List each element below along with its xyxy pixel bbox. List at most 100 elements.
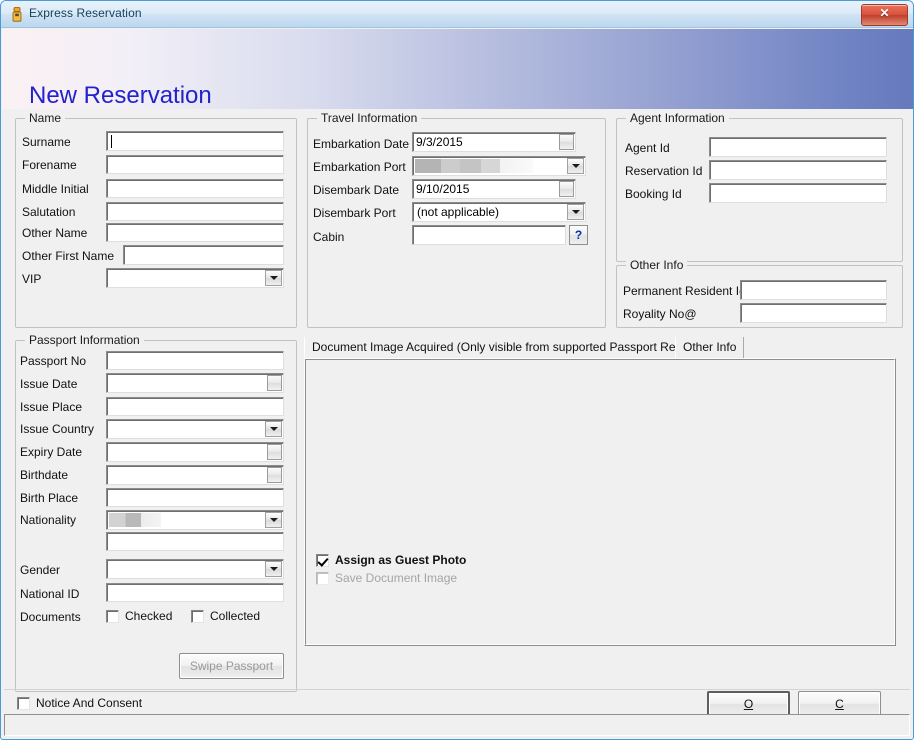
- nationality-secondary-input[interactable]: [106, 532, 284, 551]
- reservation-id-input[interactable]: [709, 160, 887, 180]
- agent-group-legend: Agent Information: [626, 111, 729, 125]
- permanent-resident-id-input[interactable]: [740, 280, 887, 300]
- documents-collected-label: Collected: [210, 609, 261, 623]
- issue-country-combo[interactable]: [106, 419, 284, 439]
- label-passport-no: Passport No: [20, 354, 87, 368]
- other-first-name-input[interactable]: [123, 245, 284, 265]
- other-info-group-legend: Other Info: [626, 258, 688, 272]
- royality-no-input[interactable]: [740, 303, 887, 323]
- issue-date-picker-button[interactable]: [267, 375, 282, 391]
- save-document-image-label: Save Document Image: [335, 571, 458, 585]
- status-bar: [4, 714, 910, 736]
- tab-document-image-acquired[interactable]: Document Image Acquired (Only visible fr…: [304, 337, 712, 358]
- chevron-down-icon[interactable]: [265, 512, 282, 528]
- label-embarkation-port: Embarkation Port: [313, 160, 406, 174]
- passport-group-legend: Passport Information: [25, 333, 144, 347]
- window-titlebar: Express Reservation ✕: [1, 1, 913, 28]
- label-issue-date: Issue Date: [20, 377, 78, 391]
- agent-id-input[interactable]: [709, 137, 887, 157]
- label-nationality: Nationality: [20, 513, 77, 527]
- chevron-down-icon[interactable]: [265, 270, 282, 286]
- swipe-passport-label: Swipe Passport: [189, 659, 274, 673]
- label-issue-place: Issue Place: [20, 400, 83, 414]
- express-reservation-window: Express Reservation ✕ New Reservation Na…: [0, 0, 914, 740]
- label-salutation: Salutation: [22, 205, 76, 219]
- ok-accelerator: O: [743, 697, 754, 711]
- cancel-accelerator: C: [835, 697, 844, 711]
- expiry-date-input[interactable]: [106, 442, 284, 462]
- tab-panel-surface: [305, 359, 895, 645]
- tab-other-info[interactable]: Other Info: [675, 337, 745, 358]
- footer-divider: [4, 689, 910, 690]
- tabstrip: Document Image Acquired (Only visible fr…: [304, 337, 896, 359]
- swipe-passport-button[interactable]: Swipe Passport: [179, 653, 284, 679]
- disembark-port-value: (not applicable): [417, 205, 500, 219]
- gender-combo[interactable]: [106, 559, 284, 579]
- middle-initial-input[interactable]: [106, 179, 284, 198]
- label-disembark-port: Disembark Port: [313, 206, 396, 220]
- label-birth-place: Birth Place: [20, 491, 79, 505]
- page-title: New Reservation: [29, 82, 212, 109]
- label-embarkation-date: Embarkation Date: [313, 137, 410, 151]
- chevron-down-icon[interactable]: [567, 158, 584, 174]
- label-reservation-id: Reservation Id: [625, 164, 703, 178]
- label-expiry-date: Expiry Date: [20, 445, 83, 459]
- redacted-value-mask: [109, 513, 161, 527]
- national-id-input[interactable]: [106, 583, 284, 602]
- birthdate-input[interactable]: [106, 465, 284, 485]
- tab-panel: [304, 358, 896, 646]
- label-other-first-name: Other First Name: [22, 249, 115, 263]
- label-national-id: National ID: [20, 587, 80, 601]
- header-banner: New Reservation: [2, 29, 913, 109]
- chevron-down-icon[interactable]: [265, 421, 282, 437]
- disembark-date-value: 9/10/2015: [416, 182, 470, 196]
- birth-place-input[interactable]: [106, 488, 284, 507]
- booking-id-input[interactable]: [709, 183, 887, 203]
- window-title: Express Reservation: [29, 6, 142, 20]
- nationality-combo[interactable]: [106, 510, 284, 530]
- close-icon: ✕: [879, 6, 890, 20]
- checkbox-box: [106, 610, 119, 623]
- tab-other-info-label: Other Info: [683, 340, 737, 354]
- issue-date-input[interactable]: [106, 373, 284, 393]
- vip-combo[interactable]: [106, 268, 284, 288]
- birthdate-picker-button[interactable]: [267, 467, 282, 483]
- cabin-input[interactable]: [412, 225, 566, 245]
- cabin-help-button[interactable]: ?: [569, 225, 588, 245]
- documents-checked-label: Checked: [125, 609, 173, 623]
- embarkation-date-input[interactable]: 9/3/2015: [412, 132, 576, 152]
- disembark-date-picker-button[interactable]: [559, 181, 574, 197]
- checkbox-box: [191, 610, 204, 623]
- checkbox-box: [316, 554, 329, 567]
- chevron-down-icon[interactable]: [265, 561, 282, 577]
- salutation-input[interactable]: [106, 202, 284, 221]
- chevron-down-icon[interactable]: [567, 204, 584, 220]
- disembark-port-combo[interactable]: (not applicable): [412, 202, 586, 222]
- expiry-date-picker-button[interactable]: [267, 444, 282, 460]
- label-vip: VIP: [22, 272, 42, 286]
- disembark-date-input[interactable]: 9/10/2015: [412, 179, 576, 199]
- redacted-value-mask: [415, 159, 533, 173]
- passport-no-input[interactable]: [106, 351, 284, 370]
- label-issue-country: Issue Country: [20, 422, 95, 436]
- label-permanent-resident-id: Permanent Resident Id: [623, 284, 746, 298]
- forename-input[interactable]: [106, 155, 284, 174]
- label-cabin: Cabin: [313, 230, 345, 244]
- embarkation-port-combo[interactable]: [412, 156, 586, 176]
- notice-and-consent-label: Notice And Consent: [36, 696, 143, 710]
- embarkation-date-picker-button[interactable]: [559, 134, 574, 150]
- label-agent-id: Agent Id: [625, 141, 670, 155]
- label-other-name: Other Name: [22, 226, 88, 240]
- assign-as-guest-photo-label: Assign as Guest Photo: [335, 553, 467, 567]
- travel-group-legend: Travel Information: [317, 111, 422, 125]
- label-surname: Surname: [22, 135, 71, 149]
- label-booking-id: Booking Id: [625, 187, 682, 201]
- label-disembark-date: Disembark Date: [313, 183, 400, 197]
- checkbox-box: [17, 697, 30, 710]
- text-caret: [111, 135, 112, 148]
- surname-input[interactable]: [106, 131, 284, 151]
- label-documents: Documents: [20, 610, 81, 624]
- other-name-input[interactable]: [106, 223, 284, 242]
- close-button[interactable]: ✕: [861, 4, 908, 26]
- issue-place-input[interactable]: [106, 397, 284, 416]
